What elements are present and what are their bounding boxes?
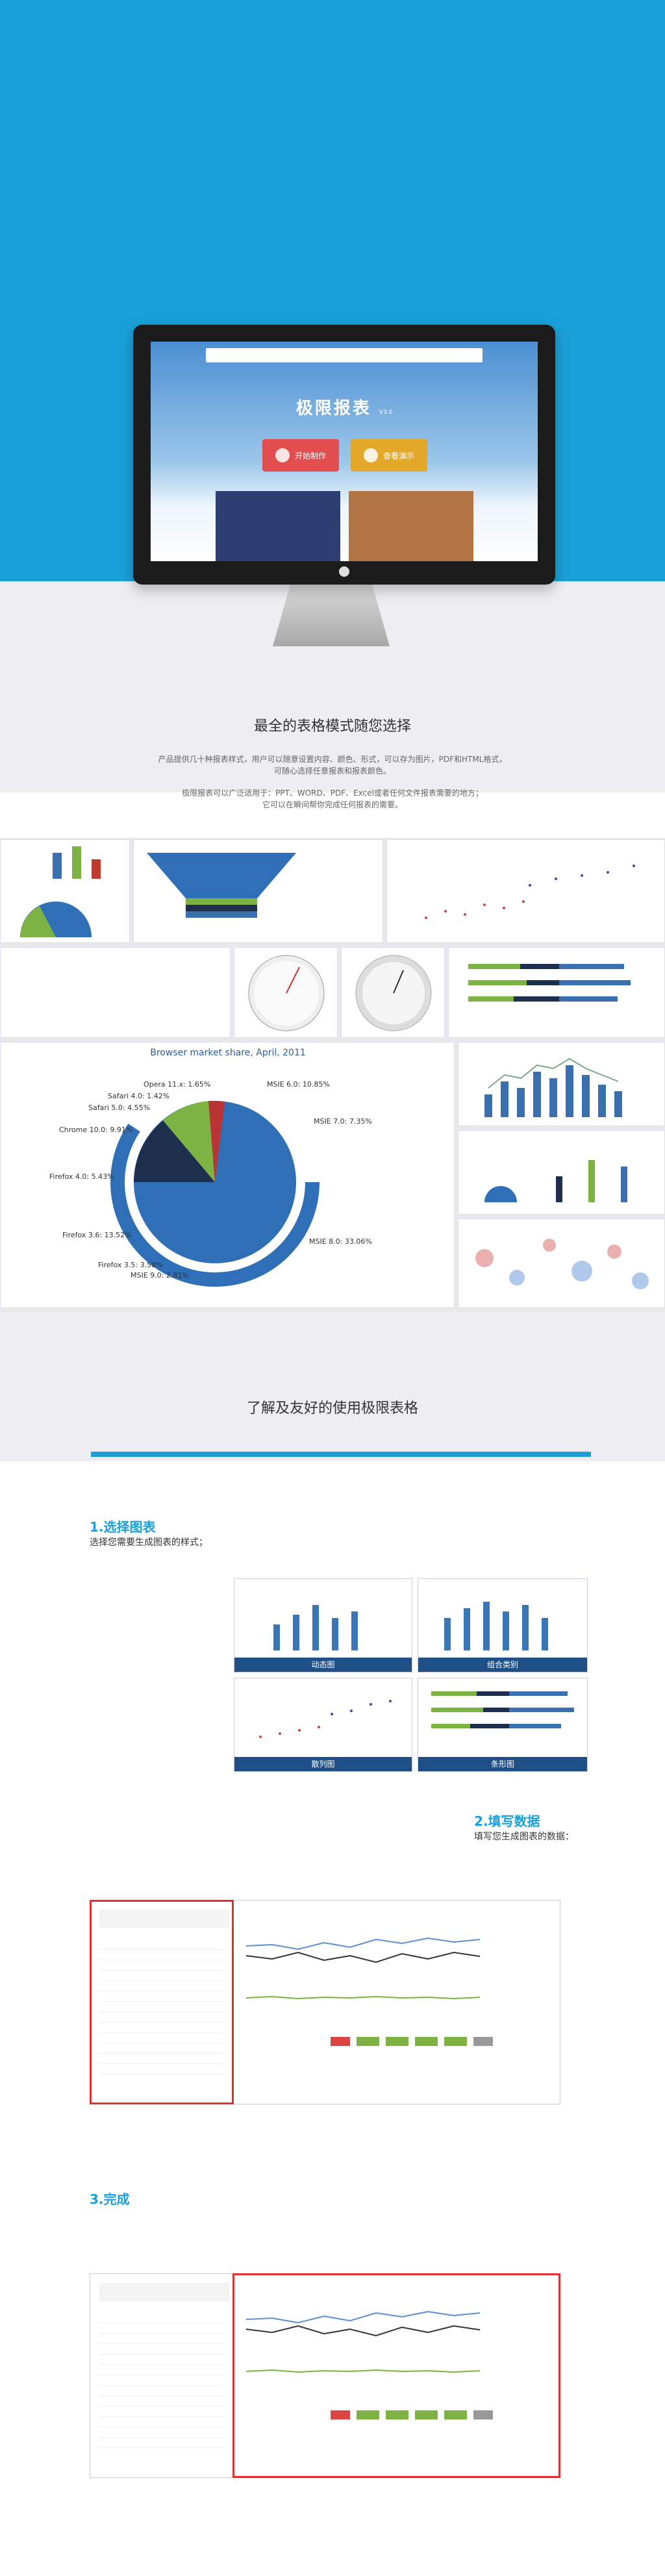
pie-label: Opera 11.x: 1.65% <box>144 1080 211 1089</box>
accent-divider <box>91 1452 591 1457</box>
thumb-bar[interactable]: 条形图 <box>418 1678 588 1772</box>
promo-card-charts[interactable] <box>216 491 340 561</box>
monitor: 极限报表 V3.0 开始制作 查看演示 <box>133 325 555 585</box>
thumb-bar-svg <box>431 1691 574 1728</box>
promo-card-food[interactable] <box>349 491 473 561</box>
section-text: 产品提供几十种报表样式，用户可以随意设置内容、颜色、形式，可以存为图片，PDF和… <box>158 755 507 764</box>
screen-navbar <box>206 348 483 362</box>
gallery-mixed-chart[interactable] <box>458 1130 665 1215</box>
gallery-speedometer-chart[interactable] <box>341 947 445 1038</box>
demo-button[interactable]: 查看演示 <box>351 439 427 472</box>
gallery-stacked-bar-svg <box>468 964 631 1002</box>
section-text: 它可以在瞬间帮你完成任何报表的需要。 <box>262 800 403 809</box>
step2-desc: 填写您生成图表的数据： <box>474 1832 574 1842</box>
start-icon <box>275 448 290 462</box>
section-text: 极限报表可以广泛适用于：PPT、WORD、PDF、Excel或者任何文件报表需要… <box>182 789 483 798</box>
thumb-caption: 动态图 <box>234 1658 412 1672</box>
section-title: 最全的表格模式随您选择 <box>253 718 411 735</box>
demo-icon <box>363 448 378 462</box>
step1-title: 1.选择图表 <box>90 1519 156 1535</box>
start-button[interactable]: 开始制作 <box>262 439 339 472</box>
pie-label: Chrome 10.0: 9.91% <box>59 1126 133 1134</box>
pie-label: Firefox 4.0: 5.43% <box>49 1172 114 1181</box>
gallery-column-chart[interactable] <box>458 1042 665 1126</box>
pie-label: Firefox 3.6: 13.52% <box>62 1231 132 1239</box>
thumb-caption: 组合类别 <box>418 1658 587 1672</box>
gallery-scatter-svg <box>425 865 635 919</box>
editor-controls[interactable] <box>331 2037 493 2046</box>
thumb-caption: 条形图 <box>418 1757 587 1771</box>
monitor-stand <box>273 585 390 646</box>
thumb-caption: 散列图 <box>234 1757 412 1771</box>
step3-title: 3.完成 <box>90 2191 130 2207</box>
thumb-scatter-svg <box>259 1700 392 1738</box>
thumb-dynamic-chart[interactable]: 动态图 <box>234 1578 412 1673</box>
gallery-stacked-bar-chart[interactable] <box>448 947 665 1038</box>
apple-logo-icon <box>339 566 349 577</box>
highlight-result-chart <box>232 2273 560 2478</box>
pie-label: MSIE 6.0: 10.85% <box>267 1080 330 1089</box>
step2-title: 2.填写数据 <box>474 1813 540 1829</box>
gallery-combo-svg <box>20 846 101 937</box>
gallery-bubble-svg <box>475 1239 649 1289</box>
pie-label: MSIE 9.0: 2.81% <box>131 1271 189 1280</box>
chart-gallery: Browser market share, April, 2011 Opera … <box>0 838 665 1312</box>
usage-title: 了解及友好的使用极限表格 <box>246 1400 418 1417</box>
pie-label: Firefox 3.5: 3.58% <box>98 1261 163 1269</box>
editor-line-chart <box>245 1937 481 2000</box>
thumb-combo-category[interactable]: 组合类别 <box>418 1578 588 1673</box>
usage-section-header <box>0 1312 665 1461</box>
brand-title: 极限报表 V3.0 <box>295 399 393 418</box>
chart-type-toolbar[interactable] <box>99 2283 229 2301</box>
section-text: 可随心选择任意报表和报表颜色。 <box>273 766 391 776</box>
pie-title: Browser market share, April, 2011 <box>150 1048 306 1058</box>
monitor-screen: 极限报表 V3.0 开始制作 查看演示 <box>151 342 538 561</box>
gallery-boxplot-chart[interactable] <box>0 947 231 1038</box>
gallery-gauge-svg <box>248 955 325 1031</box>
data-table[interactable] <box>99 2313 223 2456</box>
pie-label: Safari 5.0: 4.55% <box>88 1104 151 1112</box>
gallery-bubble-chart[interactable] <box>458 1219 665 1308</box>
gallery-combo-chart[interactable] <box>0 839 130 943</box>
highlight-data-table <box>90 1900 234 2104</box>
thumb-scatter[interactable]: 散列图 <box>234 1678 412 1772</box>
step1-desc: 选择您需要生成图表的样式； <box>90 1537 208 1548</box>
pie-label: MSIE 8.0: 33.06% <box>309 1237 372 1246</box>
gallery-funnel-svg <box>147 853 296 918</box>
pie-label: Safari 4.0: 1.42% <box>108 1092 170 1100</box>
gallery-column-svg <box>484 1057 622 1117</box>
pie-label: MSIE 7.0: 7.35% <box>314 1117 372 1126</box>
gallery-donut-chart[interactable]: Browser market share, April, 2011 Opera … <box>0 1042 455 1308</box>
gallery-mixed-svg <box>484 1160 627 1202</box>
gallery-speedometer-svg <box>355 955 432 1031</box>
gallery-funnel-chart[interactable] <box>133 839 383 943</box>
gallery-gauge-chart[interactable] <box>234 947 338 1038</box>
gallery-scatter-chart[interactable] <box>386 839 665 943</box>
